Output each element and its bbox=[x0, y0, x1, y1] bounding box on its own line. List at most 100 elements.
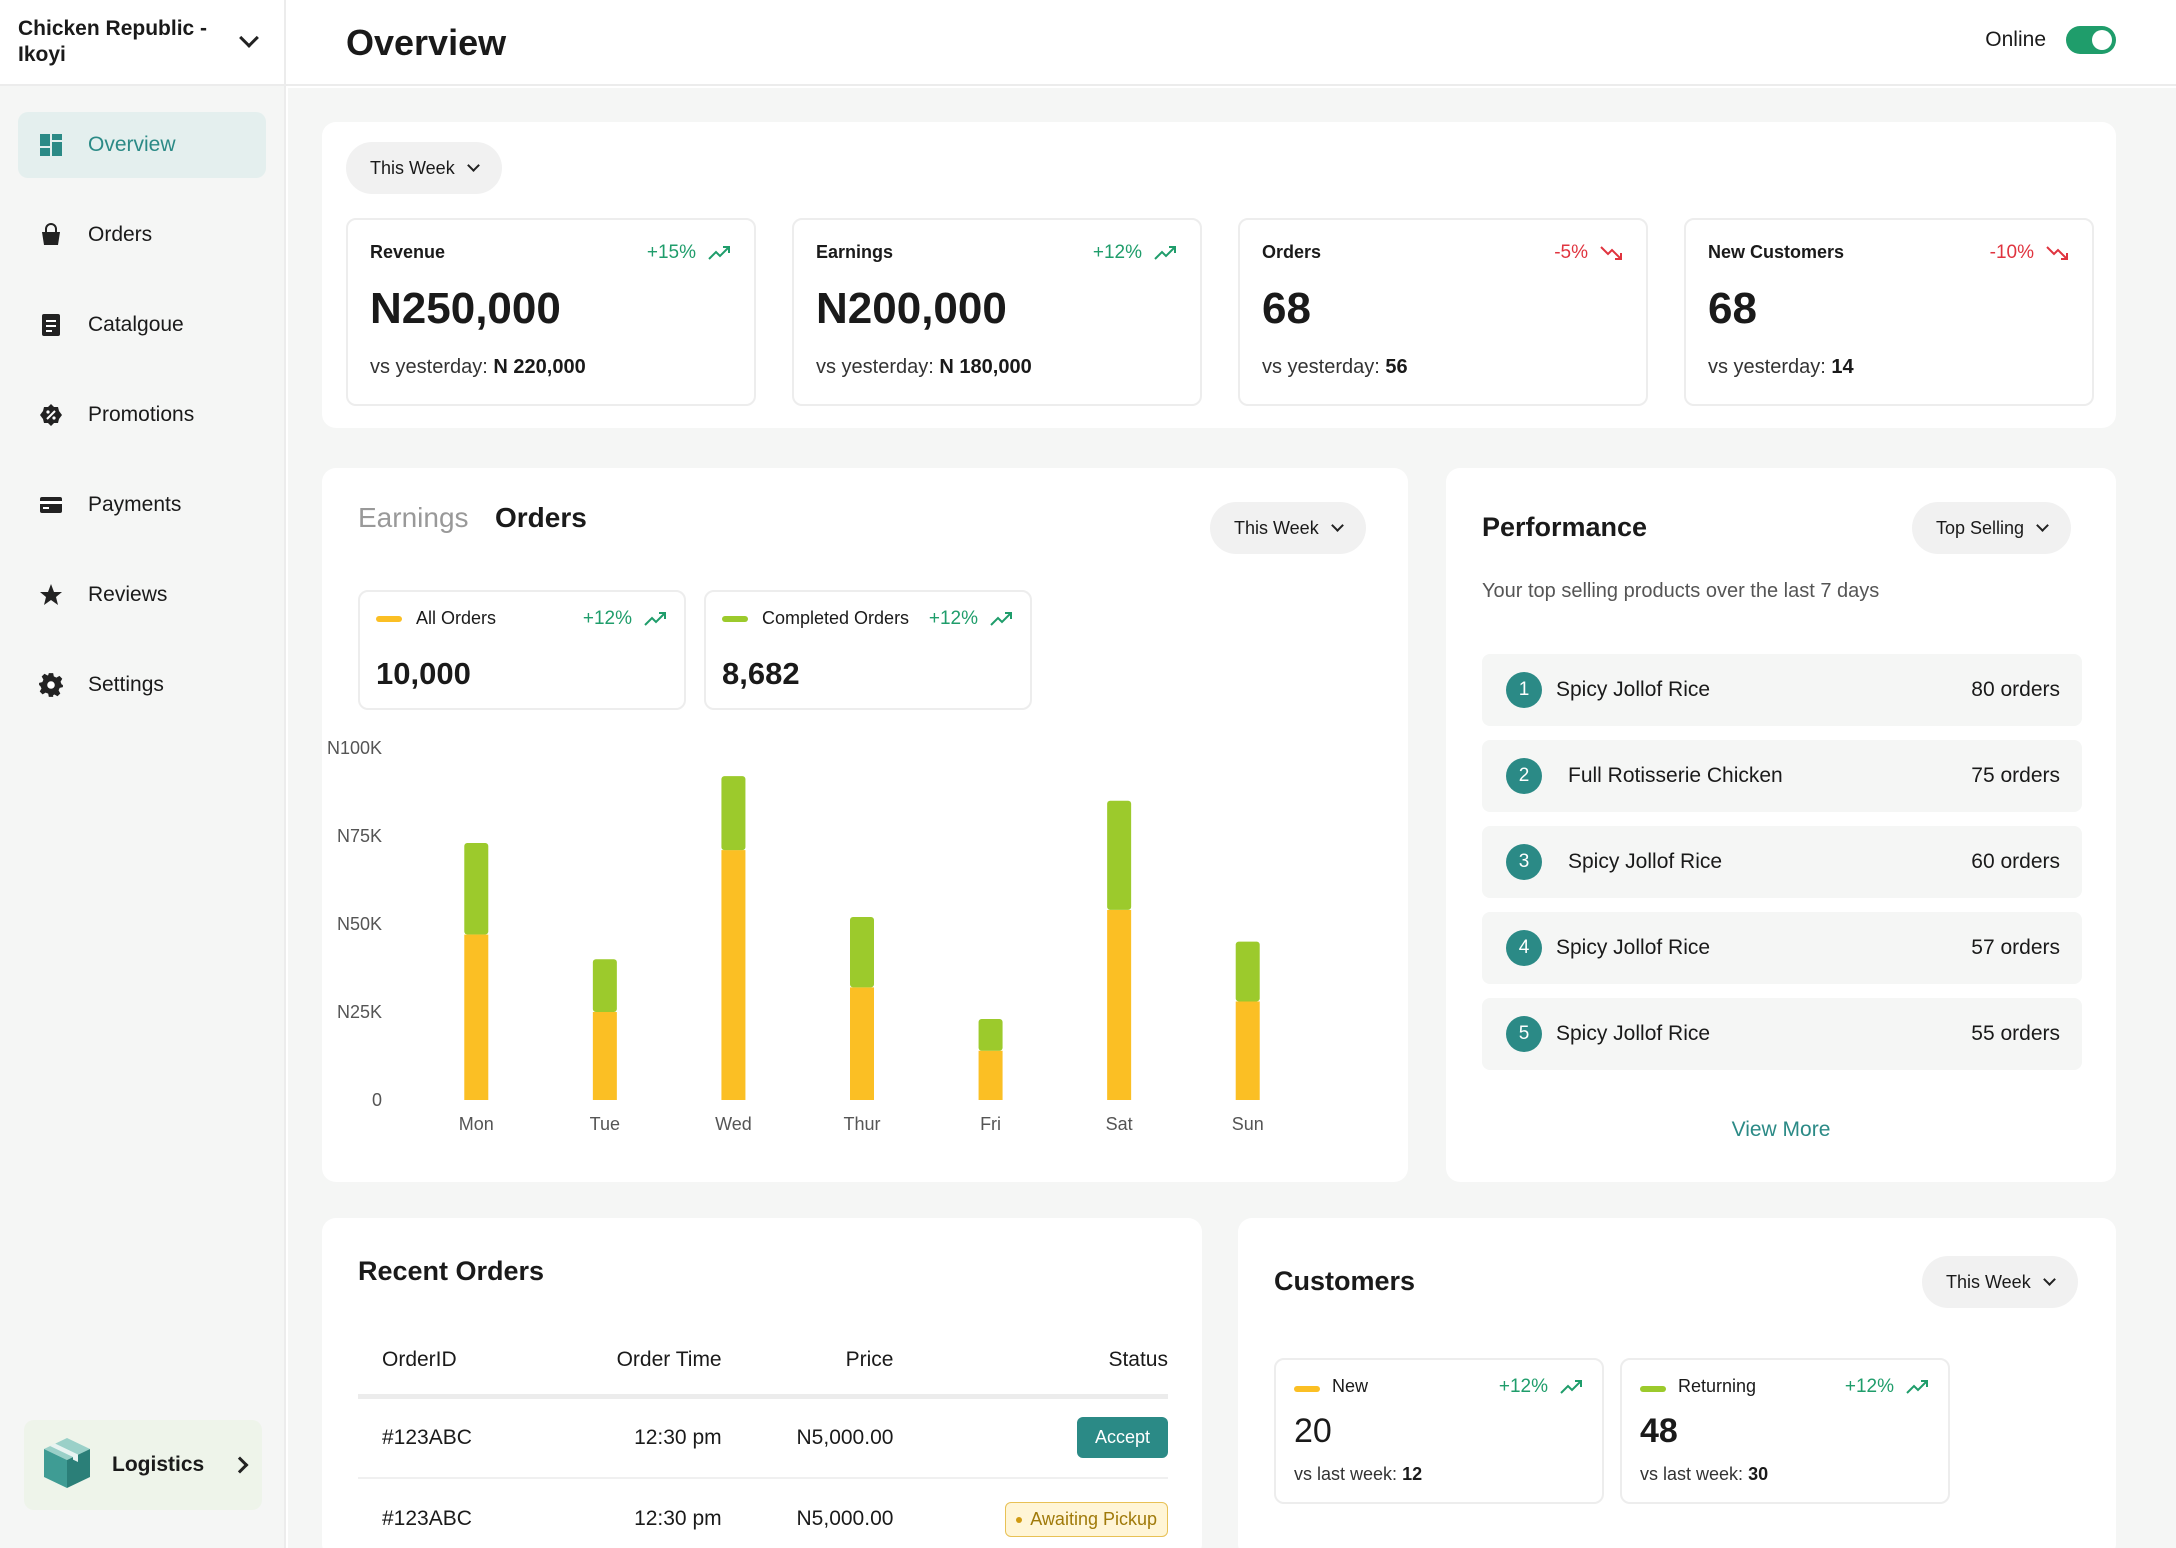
orders-bar-chart: 0 N25K N50K N75K N100K Mon Tue Wed Thur Fri Sat Sun bbox=[327, 738, 1264, 1134]
sidebar-item-orders[interactable]: Orders bbox=[18, 202, 266, 268]
legend-swatch bbox=[376, 616, 402, 622]
y-tick-label: N100K bbox=[327, 738, 382, 758]
kpi-compare-label: vs yesterday: bbox=[816, 356, 934, 378]
kpi-change: +12% bbox=[1093, 242, 1178, 264]
kpi-change-value: -5% bbox=[1554, 242, 1588, 263]
x-tick-label: Mon bbox=[459, 1114, 494, 1134]
performance-filter-dropdown[interactable]: Top Selling bbox=[1912, 502, 2072, 554]
kpi-compare: vs yesterday: 14 bbox=[1708, 356, 1854, 379]
kpi-change-value: +15% bbox=[646, 242, 696, 263]
sidebar-item-catalogue[interactable]: Catalgoue bbox=[18, 292, 266, 358]
sidebar-item-label: Reviews bbox=[88, 583, 168, 606]
status-dot bbox=[1016, 1516, 1023, 1523]
discount-icon bbox=[38, 402, 64, 428]
period-label: This Week bbox=[1234, 517, 1319, 538]
period-dropdown[interactable]: This Week bbox=[346, 142, 502, 194]
kpi-title: Earnings bbox=[816, 242, 894, 262]
performance-item[interactable]: 4 Spicy Jollof Rice 57 orders bbox=[1482, 912, 2082, 984]
returning-customers-stat: Returning +12% 48 vs last week: 30 bbox=[1620, 1358, 1950, 1504]
sidebar-item-label: Payments bbox=[88, 493, 182, 516]
bar-completed-orders-thur[interactable] bbox=[850, 916, 874, 988]
recent-orders-table: OrderID Order Time Price Status #123ABC … bbox=[358, 1326, 1168, 1548]
chevron-down-icon bbox=[1330, 519, 1344, 532]
logistics-button[interactable]: Logistics bbox=[24, 1420, 262, 1510]
sidebar-item-overview[interactable]: Overview bbox=[18, 112, 266, 178]
order-count: 80 orders bbox=[1971, 678, 2060, 701]
tab-orders[interactable]: Orders bbox=[495, 502, 587, 533]
bar-all-orders-mon[interactable] bbox=[464, 934, 489, 1100]
sidebar-item-label: Overview bbox=[88, 133, 176, 156]
chevron-down-icon bbox=[2042, 1273, 2056, 1286]
recent-orders-card: Recent Orders OrderID Order Time Price S… bbox=[322, 1218, 1202, 1548]
bar-completed-orders-sun[interactable] bbox=[1235, 941, 1260, 1002]
bag-icon bbox=[38, 222, 64, 248]
performance-subtitle: Your top selling products over the last … bbox=[1482, 580, 1880, 602]
table-row[interactable]: #123ABC 12:30 pm N5,000.00 Awaiting Pick… bbox=[358, 1478, 1168, 1548]
bar-all-orders-sun[interactable] bbox=[1235, 1001, 1260, 1100]
bar-all-orders-fri[interactable] bbox=[978, 1050, 1003, 1100]
rank-badge: 3 bbox=[1506, 844, 1542, 880]
bar-all-orders-sat[interactable] bbox=[1107, 909, 1132, 1100]
bar-completed-orders-sat[interactable] bbox=[1107, 800, 1132, 910]
stat-label: All Orders bbox=[416, 608, 497, 628]
sidebar-item-promotions[interactable]: Promotions bbox=[18, 382, 266, 448]
stat-change-value: +12% bbox=[1498, 1376, 1548, 1397]
legend-swatch bbox=[1294, 1386, 1320, 1392]
performance-item[interactable]: 3 Spicy Jollof Rice 60 orders bbox=[1482, 826, 2082, 898]
trend-up-icon bbox=[1154, 246, 1176, 260]
bar-completed-orders-wed[interactable] bbox=[721, 776, 746, 851]
order-count: 55 orders bbox=[1971, 1022, 2060, 1045]
bar-completed-orders-tue[interactable] bbox=[592, 959, 617, 1012]
order-id: #123ABC bbox=[358, 1396, 545, 1479]
new-customers-stat: New +12% 20 vs last week: 12 bbox=[1274, 1358, 1604, 1504]
kpi-title: Orders bbox=[1262, 242, 1322, 262]
chart-tabs: Earnings Orders bbox=[358, 502, 587, 534]
store-switcher[interactable]: Chicken Republic - Ikoyi bbox=[0, 0, 284, 86]
stat-label: Returning bbox=[1678, 1376, 1757, 1396]
performance-item[interactable]: 5 Spicy Jollof Rice 55 orders bbox=[1482, 998, 2082, 1070]
performance-item[interactable]: 1 Spicy Jollof Rice 80 orders bbox=[1482, 654, 2082, 726]
stat-value: 10,000 bbox=[376, 656, 471, 691]
kpi-compare: vs yesterday: 56 bbox=[1262, 356, 1408, 379]
stat-compare: vs last week: 30 bbox=[1640, 1464, 1768, 1485]
online-toggle[interactable] bbox=[2066, 26, 2116, 54]
completed-orders-stat: Completed Orders +12% 8,682 bbox=[704, 590, 1032, 710]
compare-value: 12 bbox=[1402, 1464, 1423, 1484]
order-id: #123ABC bbox=[358, 1478, 545, 1548]
kpi-new-customers: New Customers -10% 68 vs yesterday: 14 bbox=[1684, 218, 2094, 406]
tab-earnings[interactable]: Earnings bbox=[358, 502, 469, 533]
bar-completed-orders-mon[interactable] bbox=[464, 843, 489, 935]
rank-badge: 2 bbox=[1506, 758, 1542, 794]
kpi-change: -5% bbox=[1554, 242, 1624, 264]
performance-item[interactable]: 2 Full Rotisserie Chicken 75 orders bbox=[1482, 740, 2082, 812]
bar-all-orders-wed[interactable] bbox=[721, 850, 746, 1100]
kpi-value: N250,000 bbox=[370, 284, 561, 333]
sidebar-item-reviews[interactable]: Reviews bbox=[18, 562, 266, 628]
gear-icon bbox=[38, 672, 64, 698]
rank-badge: 5 bbox=[1506, 1016, 1542, 1052]
chevron-right-icon bbox=[231, 1456, 249, 1474]
stat-label: New bbox=[1332, 1376, 1369, 1396]
x-tick-label: Tue bbox=[590, 1114, 620, 1134]
kpi-compare-label: vs yesterday: bbox=[1262, 356, 1380, 378]
status-badge: Awaiting Pickup bbox=[1005, 1501, 1168, 1537]
bar-all-orders-tue[interactable] bbox=[592, 1012, 617, 1100]
sidebar-item-payments[interactable]: Payments bbox=[18, 472, 266, 538]
bar-all-orders-thur[interactable] bbox=[850, 987, 874, 1100]
table-row[interactable]: #123ABC 12:30 pm N5,000.00 Accept bbox=[358, 1396, 1168, 1479]
stat-value: 8,682 bbox=[722, 656, 800, 691]
chart-period-dropdown[interactable]: This Week bbox=[1210, 502, 1366, 554]
view-more-link[interactable]: View More bbox=[1446, 1118, 2116, 1142]
order-count: 75 orders bbox=[1971, 764, 2060, 787]
stat-value: 20 bbox=[1294, 1412, 1332, 1450]
trend-down-icon bbox=[2046, 246, 2068, 260]
bar-completed-orders-fri[interactable] bbox=[978, 1019, 1003, 1051]
accept-button[interactable]: Accept bbox=[1076, 1417, 1168, 1459]
y-tick-label: N50K bbox=[337, 914, 382, 934]
kpi-change: -10% bbox=[1990, 242, 2070, 264]
kpi-compare-label: vs yesterday: bbox=[370, 356, 488, 378]
compare-label: vs last week: bbox=[1640, 1464, 1744, 1484]
sidebar-item-settings[interactable]: Settings bbox=[18, 652, 266, 718]
y-tick-label: 0 bbox=[372, 1090, 382, 1110]
customers-period-dropdown[interactable]: This Week bbox=[1922, 1256, 2078, 1308]
